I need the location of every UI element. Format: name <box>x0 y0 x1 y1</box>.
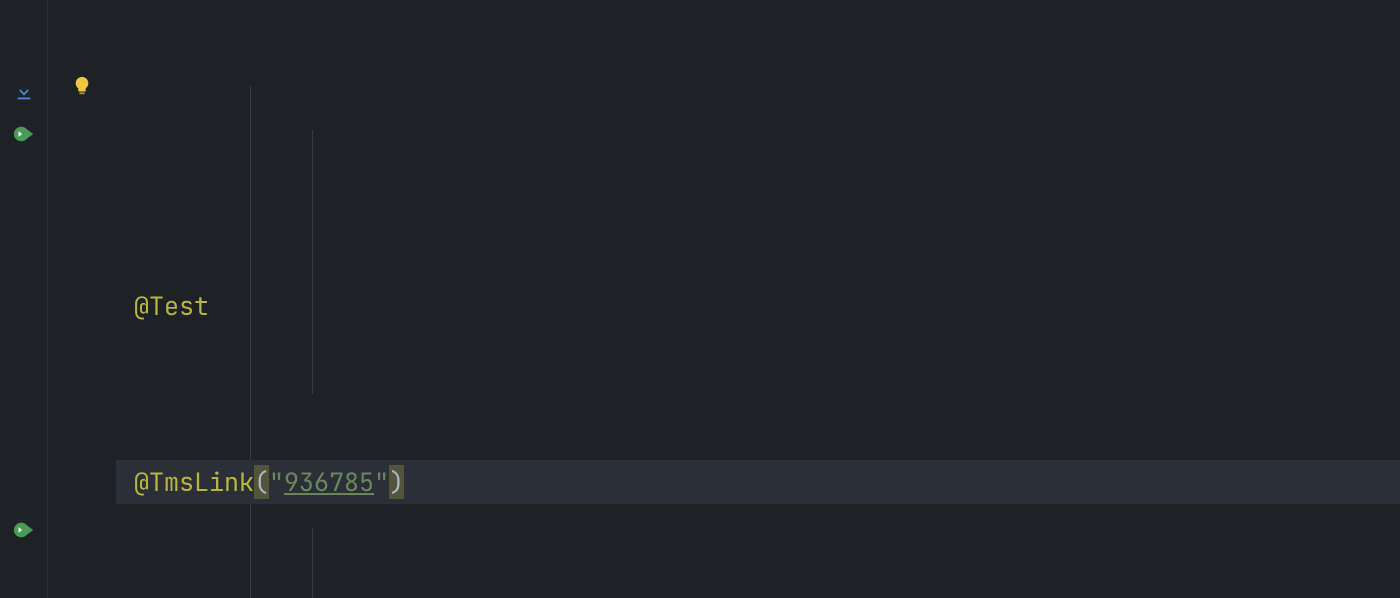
indent-guide <box>250 86 251 598</box>
code-line[interactable]: @Test <box>116 284 1400 328</box>
tms-link-id[interactable]: 936785 <box>284 465 374 499</box>
code-line-current[interactable]: @TmsLink("936785") <box>116 460 1400 504</box>
lightbulb-icon[interactable] <box>71 66 93 110</box>
indent-guide <box>312 130 313 394</box>
run-test-icon[interactable] <box>13 114 35 158</box>
inspection-gutter <box>48 0 116 598</box>
paren-highlight: ) <box>389 465 404 499</box>
paren-highlight: ( <box>254 465 269 499</box>
code-editor[interactable]: @Test @TmsLink("936785") fun search() { … <box>0 0 1400 598</box>
indent-guide <box>312 528 313 598</box>
annotation: @TmsLink <box>134 465 254 499</box>
code-area[interactable]: @Test @TmsLink("936785") fun search() { … <box>116 0 1400 598</box>
icon-gutter <box>0 0 48 598</box>
annotation: @Test <box>134 289 209 323</box>
download-icon[interactable] <box>13 72 35 116</box>
run-test-icon[interactable] <box>13 510 35 554</box>
